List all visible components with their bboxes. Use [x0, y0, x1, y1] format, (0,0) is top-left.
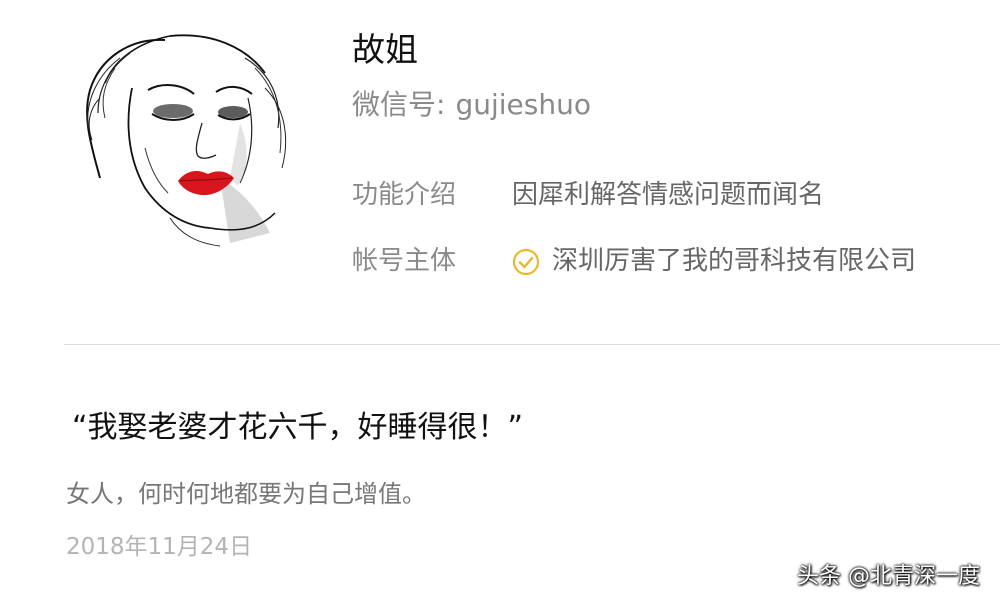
function-label: 功能介绍: [352, 180, 457, 211]
owner-value: 深圳厉害了我的哥科技有限公司: [552, 246, 917, 277]
article-subtitle: 女人，何时何地都要为自己增值。: [66, 480, 426, 508]
account-name: 故姐: [352, 30, 418, 69]
article-title[interactable]: “我娶老婆才花六千，好睡得很！”: [72, 410, 523, 446]
function-row: 功能介绍 因犀利解答情感问题而闻名: [352, 176, 824, 216]
wechat-id: 微信号: gujieshuo: [352, 88, 591, 122]
owner-row: 帐号主体 深圳厉害了我的哥科技有限公司: [352, 242, 916, 282]
wechat-id-value: gujieshuo: [455, 88, 591, 121]
article-date: 2018年11月24日: [66, 534, 253, 560]
watermark: 头条 @北青深一度: [797, 564, 980, 589]
wechat-id-label: 微信号:: [352, 88, 446, 121]
function-value: 因犀利解答情感问题而闻名: [512, 180, 825, 211]
avatar-illustration: [86, 34, 287, 247]
owner-label: 帐号主体: [352, 246, 457, 277]
avatar: [70, 28, 310, 248]
section-divider: [64, 344, 1000, 345]
check-circle-icon: [512, 248, 540, 276]
